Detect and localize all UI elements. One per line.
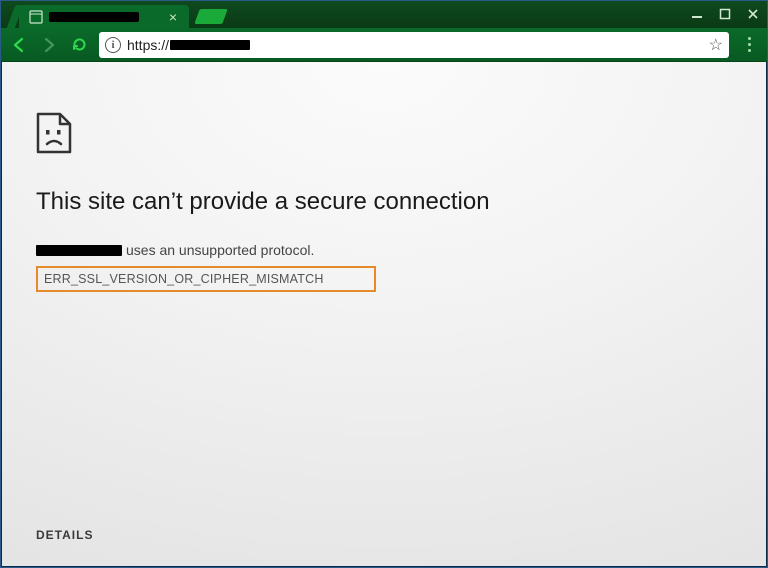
error-subline: uses an unsupported protocol. xyxy=(36,242,766,258)
back-button[interactable] xyxy=(9,35,29,55)
menu-button[interactable] xyxy=(739,37,759,52)
browser-window: × i https:// ☆ xyxy=(0,0,768,568)
url-scheme: https:// xyxy=(127,37,169,53)
window-controls xyxy=(683,1,767,28)
close-window-button[interactable] xyxy=(739,4,767,24)
new-tab-button[interactable] xyxy=(194,9,227,24)
site-info-icon[interactable]: i xyxy=(105,37,121,53)
sad-page-icon xyxy=(36,112,72,154)
bookmark-star-icon[interactable]: ☆ xyxy=(709,35,723,55)
toolbar: i https:// ☆ xyxy=(1,28,767,62)
details-button[interactable]: DETAILS xyxy=(36,528,93,542)
error-sub-suffix: uses an unsupported protocol. xyxy=(126,242,314,258)
error-host-redacted xyxy=(36,245,122,256)
page-content: This site can’t provide a secure connect… xyxy=(2,62,766,566)
tab-close-icon[interactable]: × xyxy=(169,10,177,24)
tab-title-redacted xyxy=(49,12,139,22)
url-host-redacted xyxy=(170,40,250,50)
url-text: https:// xyxy=(127,37,250,53)
address-bar[interactable]: i https:// ☆ xyxy=(99,32,729,58)
reload-button[interactable] xyxy=(69,35,89,55)
error-heading: This site can’t provide a secure connect… xyxy=(36,188,766,216)
browser-tab[interactable]: × xyxy=(19,5,189,28)
titlebar: × xyxy=(1,1,767,28)
forward-button[interactable] xyxy=(39,35,59,55)
error-code: ERR_SSL_VERSION_OR_CIPHER_MISMATCH xyxy=(36,266,376,292)
minimize-button[interactable] xyxy=(683,4,711,24)
tab-favicon xyxy=(29,10,43,24)
maximize-button[interactable] xyxy=(711,4,739,24)
